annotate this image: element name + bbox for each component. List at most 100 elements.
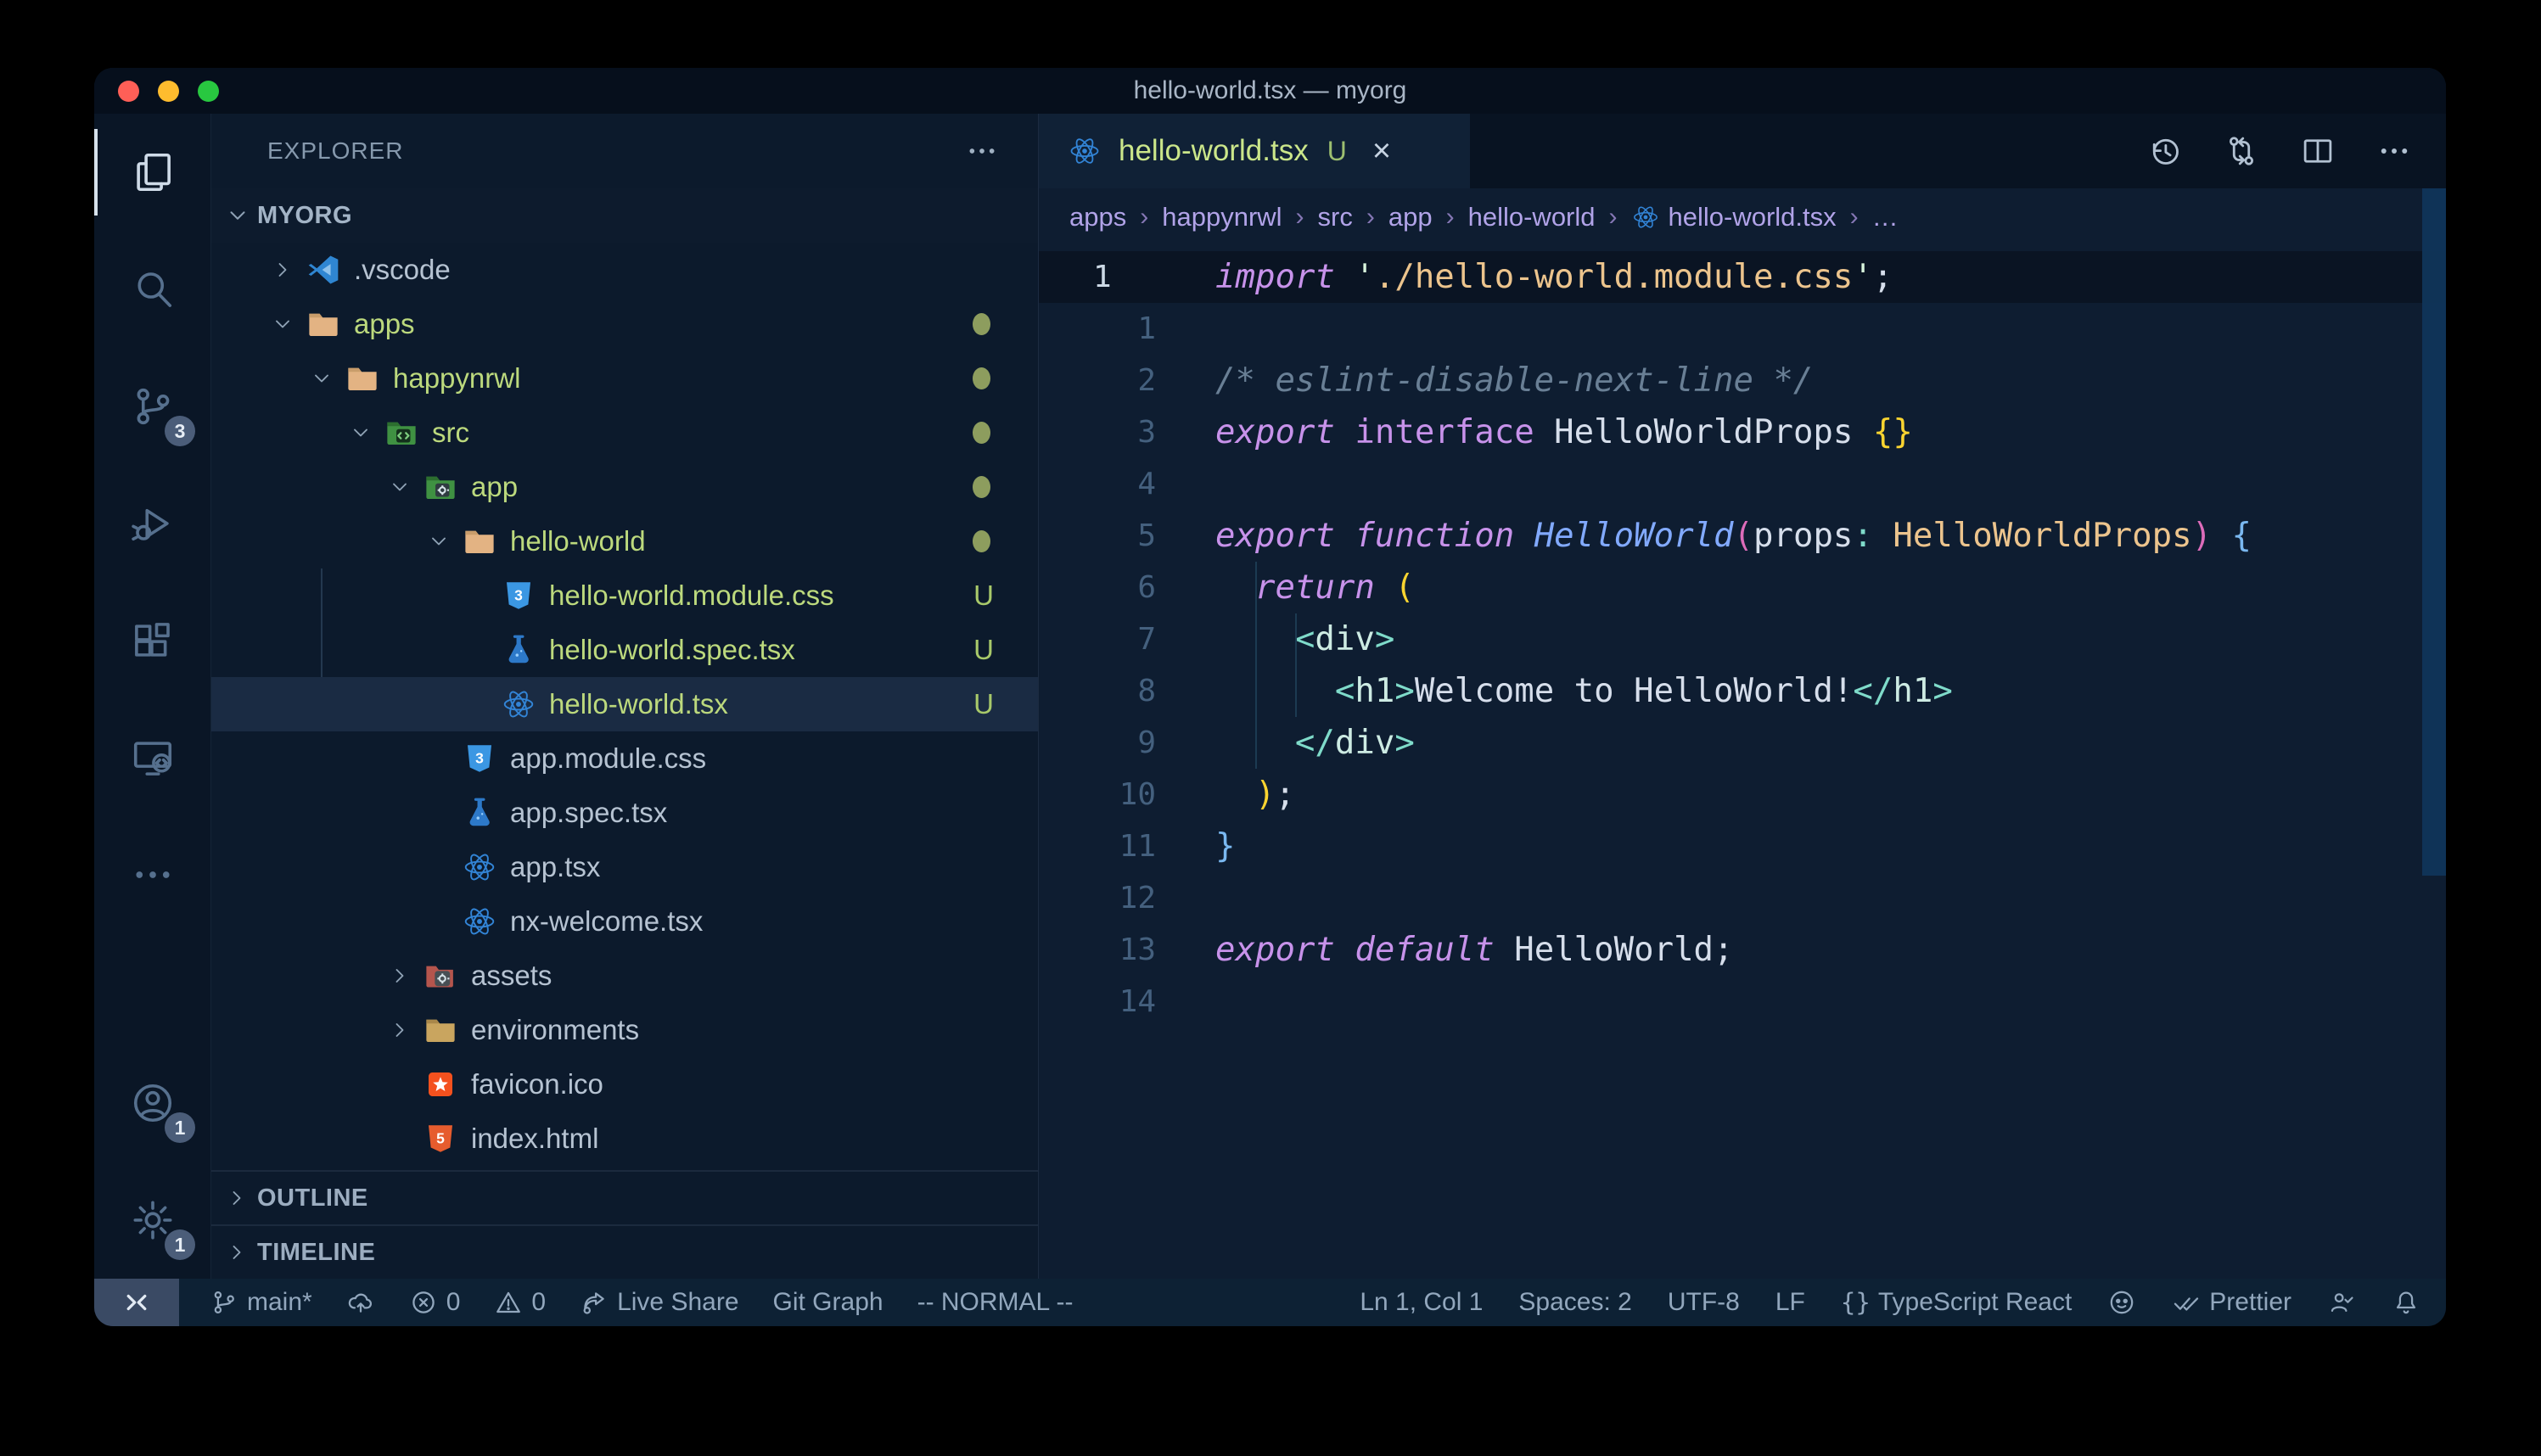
settings-badge: 1 [165,1229,195,1260]
activity-item-remote-explorer[interactable] [94,699,210,816]
tree-item-index.html[interactable]: 5index.html [211,1112,1038,1166]
status-item-label: Spaces: 2 [1518,1288,1631,1317]
status-item-cursor-position[interactable]: Ln 1, Col 1 [1360,1288,1483,1317]
activity-item-extensions[interactable] [94,582,210,699]
activity-item-more[interactable] [94,816,210,933]
close-tab-icon[interactable]: × [1372,135,1391,167]
status-item-git-graph[interactable]: Git Graph [773,1288,883,1317]
breadcrumb-item-app[interactable]: app [1388,202,1433,232]
tree-item-hello-world.spec.tsx[interactable]: hello-world.spec.tsxU [211,623,1038,677]
editor-group: hello-world.tsx U × apps›happynrwl›src›a… [1039,114,2446,1279]
remote-explorer-icon [130,735,176,781]
tree-item-label: favicon.ico [471,1068,603,1100]
breadcrumb-separator: › [1296,203,1304,232]
status-item-github[interactable] [2107,1288,2136,1317]
tree-indent-spacer [427,746,461,771]
git-untracked-badge: U [973,634,994,666]
status-item-indentation[interactable]: Spaces: 2 [1518,1288,1631,1317]
line-number: 5 [1039,510,1215,562]
tree-item-app.spec.tsx[interactable]: app.spec.tsx [211,786,1038,840]
status-item-sync[interactable] [346,1288,375,1317]
status-item-label: 0 [446,1288,461,1317]
line-number: 4 [1039,458,1215,510]
status-item-feedback[interactable] [2327,1288,2356,1317]
more-actions-icon[interactable] [2376,133,2412,169]
code-line-text: <div> [1215,613,2446,665]
status-item-notifications[interactable] [2392,1288,2420,1317]
code-line-text [1215,976,2446,1028]
code-line: 4 [1039,458,2446,510]
activity-item-search[interactable] [94,231,210,348]
code-line: 8 <h1>Welcome to HelloWorld!</h1> [1039,665,2446,717]
status-item-vim-mode[interactable]: -- NORMAL -- [917,1288,1074,1317]
tree-item-app[interactable]: app [211,460,1038,514]
activity-item-run-debug[interactable] [94,465,210,582]
tree-item-app.tsx[interactable]: app.tsx [211,840,1038,894]
chevron-down-icon [388,474,422,500]
status-item-live-share[interactable]: Live Share [580,1288,738,1317]
split-editor-icon[interactable] [2300,133,2336,169]
tree-item-label: app.spec.tsx [510,797,667,829]
tree-item-happynrwl[interactable]: happynrwl [211,351,1038,406]
tree-item-src[interactable]: src [211,406,1038,460]
tree-item-.vscode[interactable]: .vscode [211,243,1038,297]
timeline-history-icon[interactable] [2147,133,2183,169]
breadcrumb-item-hello-world[interactable]: hello-world [1468,202,1596,232]
timeline-panel-header[interactable]: TIMELINE [211,1224,1038,1279]
activity-item-settings[interactable]: 1 [94,1162,210,1279]
status-item-label: 0 [531,1288,546,1317]
tree-item-hello-world.module.css[interactable]: 3hello-world.module.cssU [211,568,1038,623]
status-item-errors[interactable]: 0 [409,1288,461,1317]
outline-panel-header[interactable]: OUTLINE [211,1170,1038,1224]
tab-hello-world-tsx[interactable]: hello-world.tsx U × [1039,114,1470,188]
tree-item-environments[interactable]: environments [211,1003,1038,1057]
editor-scrollbar[interactable] [2422,188,2446,876]
status-item-language-mode[interactable]: {}TypeScript React [1841,1288,2072,1317]
tree-item-nx-welcome.tsx[interactable]: nx-welcome.tsx [211,894,1038,949]
code-editor[interactable]: 1import './hello-world.module.css';12/* … [1039,246,2446,1279]
views-and-more-actions-icon[interactable] [965,134,999,168]
open-changes-icon[interactable] [2224,133,2259,169]
activity-item-source-control[interactable]: 3 [94,348,210,465]
breadcrumb-item-hello-world.tsx[interactable]: hello-world.tsx [1631,202,1837,232]
tree-item-label: .vscode [354,254,451,286]
git-modified-dot [973,367,990,389]
github-icon [2107,1288,2136,1317]
breadcrumb-item-…[interactable]: … [1872,202,1899,232]
status-item-warnings[interactable]: 0 [494,1288,546,1317]
tree-item-apps[interactable]: apps [211,297,1038,351]
workspace-section-header[interactable]: MYORG [211,188,1038,243]
status-item-encoding[interactable]: UTF-8 [1668,1288,1740,1317]
activity-item-accounts[interactable]: 1 [94,1044,210,1162]
tree-item-hello-world.tsx[interactable]: hello-world.tsxU [211,677,1038,731]
explorer-icon [130,149,176,195]
status-bar: main* 0 0 Live Share Git Graph -- NORMAL -- L… [94,1279,2446,1326]
status-right: Ln 1, Col 1 Spaces: 2 UTF-8 LF {}TypeScript … [1329,1279,2446,1326]
status-item-git-branch[interactable]: main* [210,1288,312,1317]
remote-indicator[interactable] [94,1279,179,1326]
status-item-label: LF [1775,1288,1805,1317]
breadcrumb-item-apps[interactable]: apps [1069,202,1126,232]
status-item-label: Live Share [617,1288,738,1317]
search-icon [130,266,176,312]
git-modified-dot [973,422,990,444]
file-tree: .vscode appshappynrwlsrcapphello-world3he… [211,243,1038,1166]
tree-item-label: hello-world.module.css [549,580,834,612]
tree-item-favicon.ico[interactable]: favicon.ico [211,1057,1038,1112]
code-line-text: import './hello-world.module.css'; [1215,251,2446,303]
breadcrumb-item-src[interactable]: src [1318,202,1353,232]
tree-indent-spacer [427,854,461,880]
folder-assets-icon [422,958,459,994]
code-line: 5export function HelloWorld(props: Hello… [1039,510,2446,562]
tree-item-label: nx-welcome.tsx [510,905,703,938]
tree-item-app.module.css[interactable]: 3app.module.css [211,731,1038,786]
status-item-prettier[interactable]: Prettier [2172,1288,2291,1317]
tree-item-hello-world[interactable]: hello-world [211,514,1038,568]
activity-item-explorer[interactable] [94,114,210,231]
git-modified-dot [973,476,990,498]
sidebar-panels: OUTLINE TIMELINE [211,1170,1038,1279]
status-item-eol[interactable]: LF [1775,1288,1805,1317]
code-line-text: </div> [1215,717,2446,769]
tree-item-assets[interactable]: assets [211,949,1038,1003]
breadcrumb-item-happynrwl[interactable]: happynrwl [1162,202,1282,232]
